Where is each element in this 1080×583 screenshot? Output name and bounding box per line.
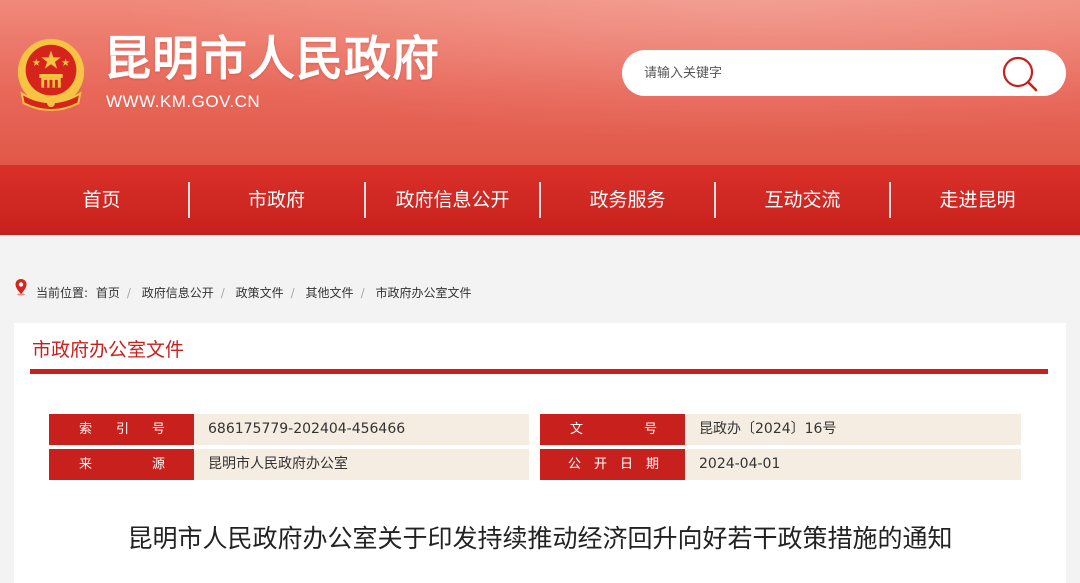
nav-item-home[interactable]: 首页 (14, 165, 189, 235)
meta-source-row: 来 源 昆明市人民政府办公室 (49, 449, 529, 480)
breadcrumb-separator: / (220, 286, 225, 300)
meta-index-row: 索 引 号 686175779-202404-456466 (49, 414, 529, 445)
label-char: 号 (152, 422, 166, 437)
meta-source-label: 来 源 (49, 449, 194, 480)
label-char: 索 (79, 422, 93, 437)
main-nav: 首页 市政府 政府信息公开 政务服务 互动交流 走进昆明 (0, 165, 1080, 235)
label-char: 来 (79, 457, 93, 472)
meta-doc-no-value: 昆政办〔2024〕16号 (685, 414, 1021, 445)
location-pin-icon (15, 279, 27, 296)
meta-date-value: 2024-04-01 (685, 449, 1021, 480)
label-char: 文 (570, 422, 584, 437)
breadcrumb-separator: / (360, 286, 365, 300)
nav-item-gov-services[interactable]: 政务服务 (540, 165, 715, 235)
document-title: 昆明市人民政府办公室关于印发持续推动经济回升向好若干政策措施的通知 (127, 524, 953, 553)
breadcrumb-separator: / (290, 286, 295, 300)
breadcrumb-info-disclosure[interactable]: 政府信息公开 (142, 286, 214, 300)
national-emblem-icon[interactable] (12, 35, 90, 113)
breadcrumb-policy-documents[interactable]: 政策文件 (236, 286, 284, 300)
label-char: 开 (594, 457, 608, 472)
breadcrumb-other-documents[interactable]: 其他文件 (306, 286, 354, 300)
section-title: 市政府办公室文件 (32, 339, 185, 361)
label-char: 日 (620, 457, 634, 472)
nav-item-city-government[interactable]: 市政府 (189, 165, 364, 235)
search-icon[interactable] (1000, 54, 1040, 94)
meta-index-value: 686175779-202404-456466 (194, 414, 529, 445)
section-divider (30, 369, 1048, 374)
nav-item-interaction[interactable]: 互动交流 (715, 165, 890, 235)
content-card: 市政府办公室文件 索 引 号 686175779-202404-456466 文… (14, 323, 1066, 583)
label-char: 公 (568, 457, 582, 472)
meta-source-value: 昆明市人民政府办公室 (194, 449, 529, 480)
meta-date-row: 公 开 日 期 2024-04-01 (540, 449, 1021, 480)
breadcrumb-prefix: 当前位置: (36, 286, 89, 300)
meta-index-label: 索 引 号 (49, 414, 194, 445)
label-char: 期 (646, 457, 660, 472)
nav-item-about-kunming[interactable]: 走进昆明 (890, 165, 1065, 235)
breadcrumb-home[interactable]: 首页 (92, 286, 120, 300)
label-char: 源 (152, 457, 166, 472)
site-title[interactable]: 昆明市人民政府 (104, 30, 440, 90)
label-char: 号 (644, 422, 658, 437)
site-header: 昆明市人民政府 WWW.KM.GOV.CN (0, 0, 1080, 165)
nav-item-info-disclosure[interactable]: 政府信息公开 (365, 165, 540, 235)
breadcrumb-office-documents[interactable]: 市政府办公室文件 (375, 286, 471, 300)
meta-doc-no-row: 文 号 昆政办〔2024〕16号 (540, 414, 1021, 445)
meta-date-label: 公 开 日 期 (540, 449, 685, 480)
search-input[interactable] (644, 50, 1004, 96)
meta-doc-no-label: 文 号 (540, 414, 685, 445)
label-char: 引 (116, 422, 130, 437)
breadcrumb-separator: / (126, 286, 131, 300)
site-url[interactable]: WWW.KM.GOV.CN (106, 92, 260, 112)
